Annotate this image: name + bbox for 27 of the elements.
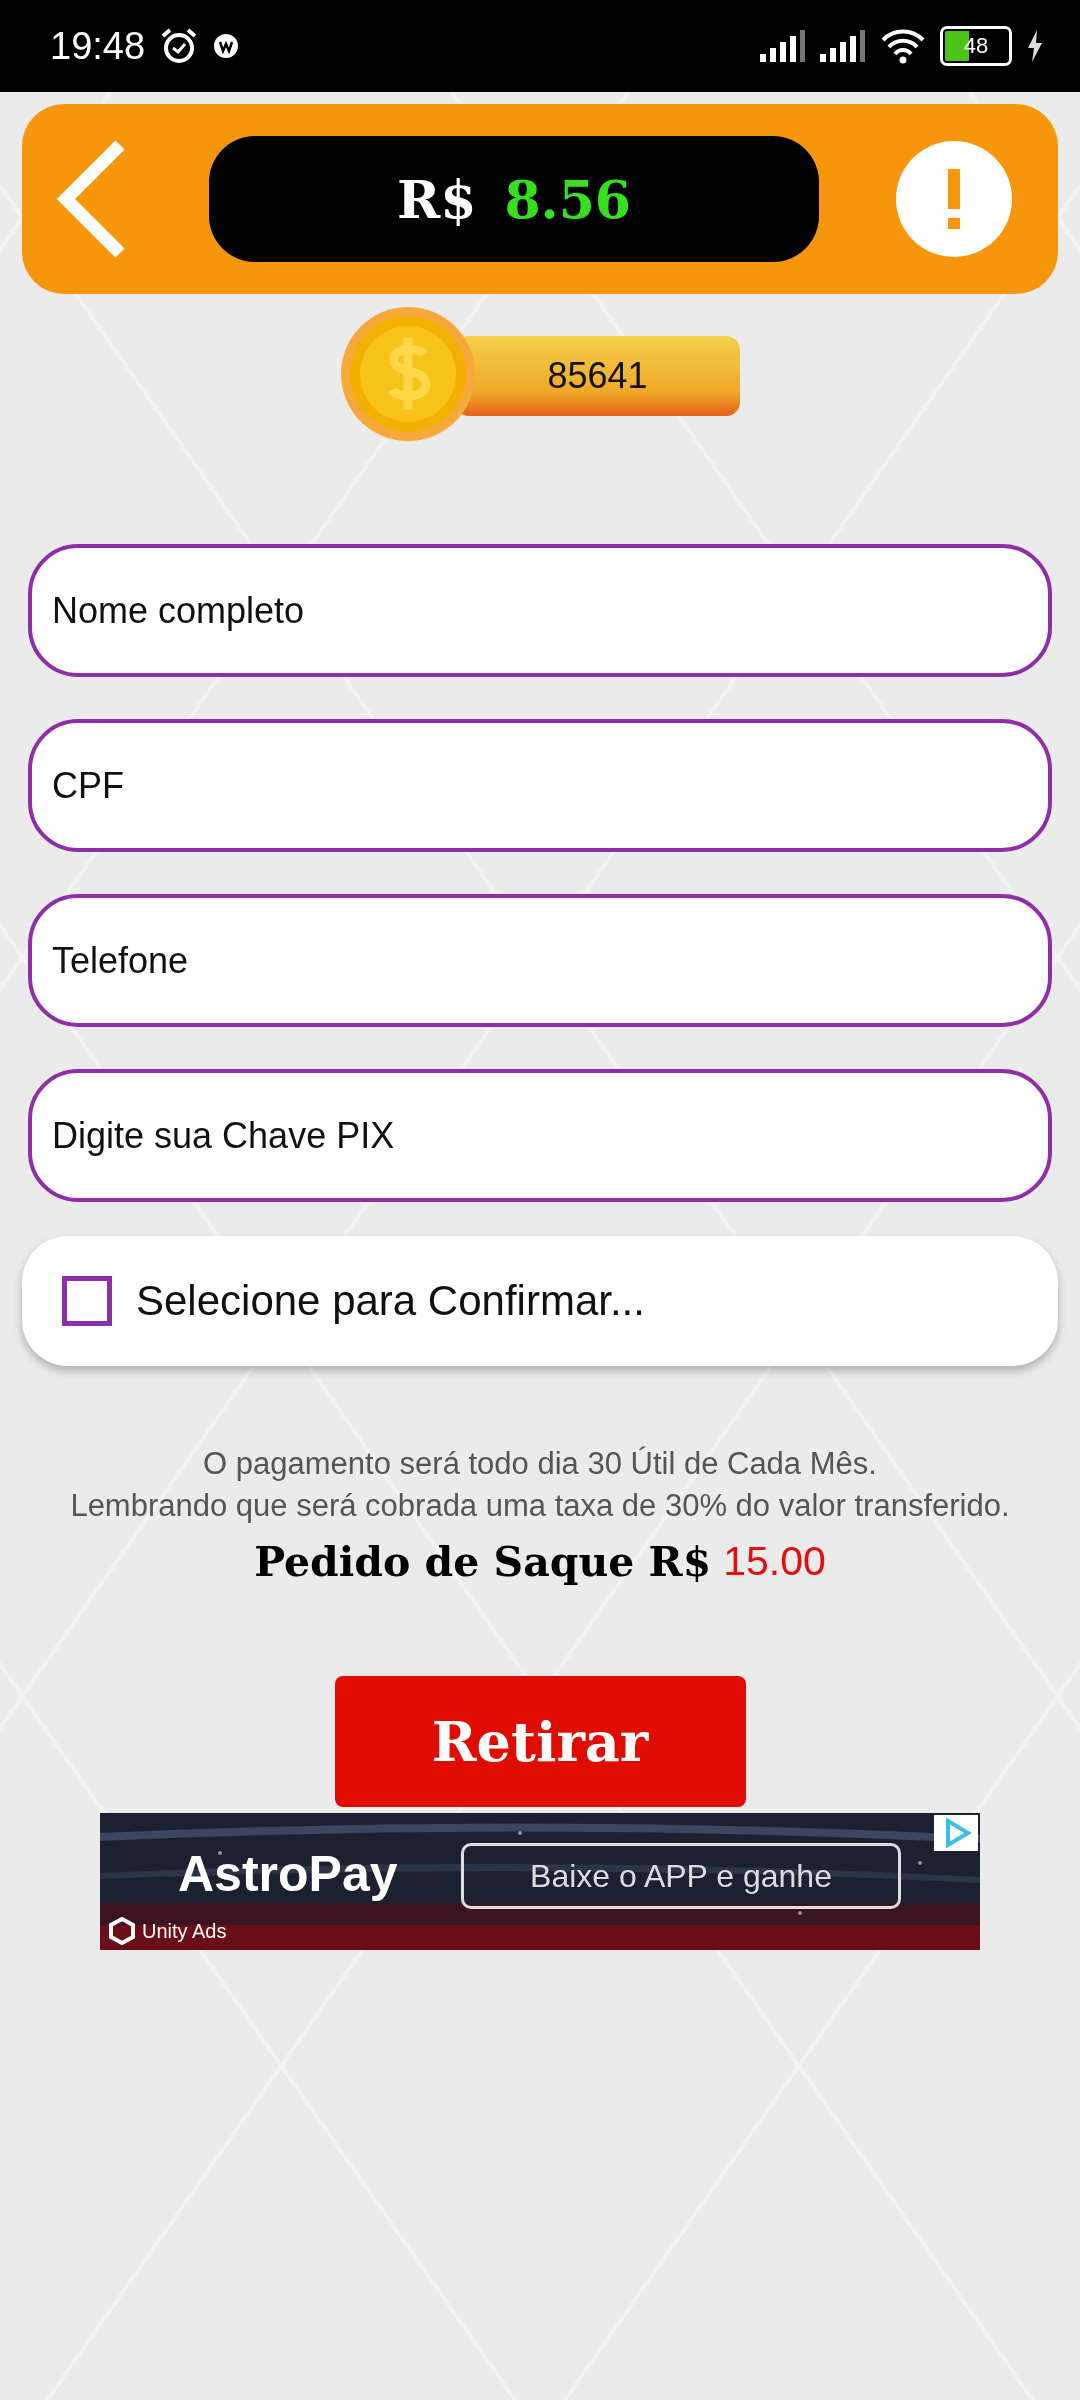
charging-icon xyxy=(1026,30,1044,62)
confirm-label[interactable]: Selecione para Confirmar... xyxy=(136,1277,645,1325)
balance-amount: 8.56 xyxy=(504,168,632,230)
notice-text: Lembrando que será cobrada uma taxa de 30% do valor transferido. xyxy=(69,1488,1011,1524)
clock-time: 19:48 xyxy=(50,24,146,68)
wifi-icon xyxy=(880,28,926,64)
ad-cta-button[interactable]: Baixe o APP e ganhe xyxy=(461,1843,901,1909)
text-field[interactable]: Digite sua Chave PIX xyxy=(28,1069,1052,1202)
withdraw-total-amount: 15.00 xyxy=(723,1538,826,1586)
signal-icon xyxy=(820,30,866,62)
app-notification-icon xyxy=(213,33,240,59)
text-field[interactable]: CPF xyxy=(28,719,1052,852)
notice-text: O pagamento será todo dia 30 Útil de Cada Mês. xyxy=(202,1446,878,1482)
text-field[interactable]: Nome completo xyxy=(28,544,1052,677)
text-field[interactable]: Telefone xyxy=(28,894,1052,1027)
signal-icon xyxy=(760,30,806,62)
checkbox[interactable] xyxy=(62,1276,112,1326)
info-icon[interactable] xyxy=(896,141,1012,257)
coin-count: 85641 xyxy=(547,355,648,397)
cube-icon xyxy=(108,1917,136,1945)
ad-network-label: Unity Ads xyxy=(142,1919,227,1943)
withdraw-total-label: Pedido de Saque R$ xyxy=(254,1538,712,1586)
coin-icon xyxy=(340,306,476,442)
ad-brand: AstroPay xyxy=(178,1845,398,1903)
ad-choices-icon[interactable] xyxy=(934,1815,978,1851)
withdraw-button[interactable]: Retirar xyxy=(334,1676,746,1807)
currency-label: R$ xyxy=(396,168,477,230)
